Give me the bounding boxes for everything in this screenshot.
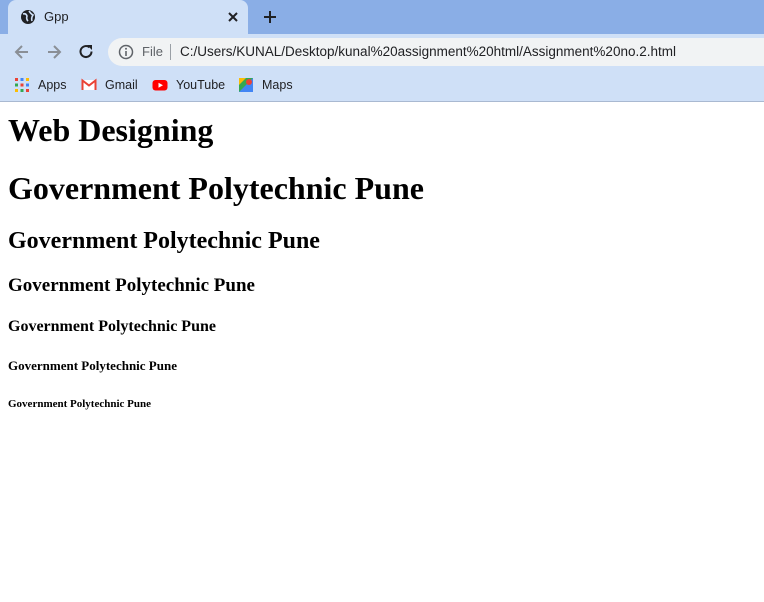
bookmark-youtube[interactable]: YouTube bbox=[152, 76, 225, 94]
bookmark-apps[interactable]: Apps bbox=[14, 76, 67, 94]
heading-h1-web-designing: Web Designing bbox=[8, 112, 214, 148]
tab-title: Gpp bbox=[44, 9, 69, 24]
bookmark-label: Apps bbox=[38, 78, 67, 92]
youtube-icon bbox=[152, 80, 168, 91]
heading-h3: Government Polytechnic Pune bbox=[8, 275, 255, 296]
heading-h6: Government Polytechnic Pune bbox=[8, 398, 151, 410]
bookmark-label: YouTube bbox=[176, 78, 226, 92]
close-tab-icon[interactable] bbox=[224, 8, 242, 26]
bookmarks-bar: Apps Gmail YouTube Maps bbox=[0, 70, 764, 101]
url-text[interactable]: C:/Users/KUNAL/Desktop/kunal%20assignmen… bbox=[180, 44, 676, 60]
heading-h4: Government Polytechnic Pune bbox=[8, 318, 216, 335]
bookmark-label: Gmail bbox=[105, 78, 138, 92]
bookmark-maps[interactable]: Maps bbox=[238, 76, 293, 94]
reload-icon[interactable] bbox=[76, 42, 96, 62]
heading-h2: Government Polytechnic Pune bbox=[8, 228, 320, 254]
globe-icon bbox=[21, 10, 35, 24]
maps-icon bbox=[239, 78, 253, 92]
address-bar[interactable]: File C:/Users/KUNAL/Desktop/kunal%20assi… bbox=[108, 38, 764, 66]
bookmark-label: Maps bbox=[262, 78, 293, 92]
forward-arrow-icon[interactable] bbox=[44, 42, 64, 62]
navigation-bar: File C:/Users/KUNAL/Desktop/kunal%20assi… bbox=[0, 34, 764, 70]
browser-chrome: Gpp File C:/Users/KUNAL/Desktop/kunal%20… bbox=[0, 0, 764, 102]
browser-tab[interactable]: Gpp bbox=[8, 0, 248, 34]
address-separator bbox=[170, 44, 171, 60]
gmail-icon bbox=[81, 78, 97, 90]
page-content: Web Designing Government Polytechnic Pun… bbox=[0, 112, 764, 411]
heading-h5: Government Polytechnic Pune bbox=[8, 358, 177, 373]
tab-strip: Gpp bbox=[0, 0, 764, 34]
back-arrow-icon[interactable] bbox=[12, 42, 32, 62]
apps-grid-icon bbox=[15, 78, 29, 92]
new-tab-icon[interactable] bbox=[260, 7, 280, 27]
toolbar-divider bbox=[0, 101, 764, 102]
bookmark-gmail[interactable]: Gmail bbox=[81, 76, 138, 94]
heading-h1: Government Polytechnic Pune bbox=[8, 170, 424, 206]
info-icon[interactable] bbox=[118, 44, 134, 60]
scheme-label: File bbox=[142, 44, 163, 59]
